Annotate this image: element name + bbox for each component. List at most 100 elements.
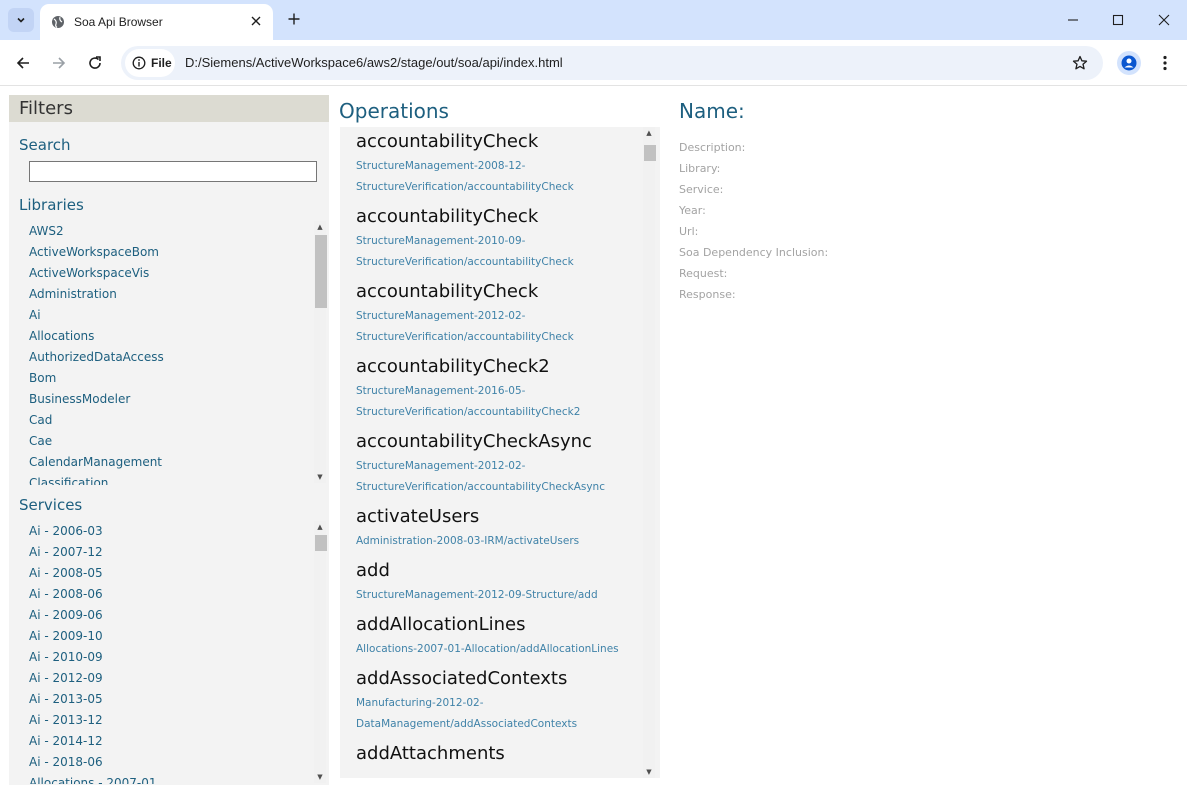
operation-name[interactable]: accountabilityCheckAsync: [356, 427, 641, 456]
operation-path[interactable]: StructureVerification/accountabilityChec…: [356, 252, 641, 273]
details-panel: Description: Library: Service: Year: Url: Soa…: [679, 137, 828, 305]
browser-menu-button[interactable]: [1155, 51, 1175, 75]
library-item[interactable]: ActiveWorkspaceBom: [29, 242, 327, 263]
scroll-up-arrow-icon[interactable]: ▲: [314, 521, 326, 533]
operation-path[interactable]: StructureManagement-2012-02-: [356, 456, 641, 477]
operation-path[interactable]: StructureManagement-2012-09-Structure/ad…: [356, 585, 641, 606]
library-item[interactable]: Administration: [29, 284, 327, 305]
service-item[interactable]: Ai - 2018-06: [29, 752, 327, 773]
operation-path[interactable]: StructureManagement-2008-12-: [356, 156, 641, 177]
operation-path[interactable]: StructureVerification/accountabilityChec…: [356, 402, 641, 423]
tab-search-button[interactable]: [8, 8, 34, 32]
operations-title: Operations: [339, 99, 449, 123]
minimize-button[interactable]: [1061, 8, 1085, 32]
bookmark-button[interactable]: [1071, 54, 1089, 72]
service-item[interactable]: Ai - 2008-05: [29, 563, 327, 584]
operation-path[interactable]: StructureManagement-2016-05-: [356, 381, 641, 402]
back-button[interactable]: [11, 51, 35, 75]
operation-path[interactable]: StructureVerification/accountabilityChec…: [356, 477, 641, 498]
library-item[interactable]: Allocations: [29, 326, 327, 347]
libraries-list[interactable]: AWS2 ActiveWorkspaceBom ActiveWorkspaceVis…: [29, 221, 327, 485]
operation-name[interactable]: accountabilityCheck: [356, 127, 641, 156]
detail-label: Library:: [679, 162, 721, 175]
url-text[interactable]: D:/Siemens/ActiveWorkspace6/aws2/stage/o…: [185, 55, 563, 70]
profile-button[interactable]: [1117, 51, 1141, 75]
library-item[interactable]: BusinessModeler: [29, 389, 327, 410]
operation-item[interactable]: add StructureManagement-2012-09-Structure…: [356, 556, 641, 606]
service-item[interactable]: Ai - 2012-09: [29, 668, 327, 689]
scroll-up-arrow-icon[interactable]: ▲: [314, 221, 326, 233]
operation-item[interactable]: accountabilityCheck StructureManagement-2…: [356, 127, 641, 198]
scrollbar-thumb[interactable]: [644, 145, 656, 161]
service-item[interactable]: Ai - 2013-05: [29, 689, 327, 710]
browser-tab[interactable]: Soa Api Browser: [40, 4, 273, 40]
operation-item[interactable]: accountabilityCheck2 StructureManagement-…: [356, 352, 641, 423]
new-tab-button[interactable]: [284, 9, 304, 29]
operation-path[interactable]: StructureManagement-2012-02-: [356, 306, 641, 327]
service-item[interactable]: Allocations - 2007-01: [29, 773, 327, 784]
site-info-button[interactable]: File: [125, 49, 175, 77]
operation-path[interactable]: StructureVerification/accountabilityChec…: [356, 177, 641, 198]
operation-item[interactable]: addAssociatedContexts Manufacturing-2012-…: [356, 664, 641, 735]
service-item[interactable]: Ai - 2009-10: [29, 626, 327, 647]
services-list[interactable]: Ai - 2006-03 Ai - 2007-12 Ai - 2008-05 Ai -…: [29, 521, 327, 784]
operation-item[interactable]: accountabilityCheck StructureManagement-2…: [356, 202, 641, 273]
library-item[interactable]: Classification: [29, 473, 327, 485]
operation-name[interactable]: addAttachments: [356, 739, 641, 768]
operation-item[interactable]: accountabilityCheckAsync StructureManagem…: [356, 427, 641, 498]
library-item[interactable]: Bom: [29, 368, 327, 389]
scroll-down-arrow-icon[interactable]: ▼: [314, 771, 326, 783]
scroll-down-arrow-icon[interactable]: ▼: [643, 766, 655, 778]
library-item[interactable]: CalendarManagement: [29, 452, 327, 473]
operation-path[interactable]: StructureManagement-2010-09-: [356, 231, 641, 252]
operation-item[interactable]: accountabilityCheck StructureManagement-2…: [356, 277, 641, 348]
detail-label: Description:: [679, 141, 746, 154]
operation-path[interactable]: StructureVerification/accountabilityChec…: [356, 327, 641, 348]
scrollbar-thumb[interactable]: [315, 235, 327, 308]
scroll-up-arrow-icon[interactable]: ▲: [643, 127, 655, 139]
info-icon: [132, 56, 146, 70]
operation-name[interactable]: accountabilityCheck: [356, 202, 641, 231]
library-item[interactable]: AuthorizedDataAccess: [29, 347, 327, 368]
operation-item[interactable]: addAttachments: [356, 739, 641, 768]
file-label: File: [151, 56, 172, 70]
operation-name[interactable]: addAllocationLines: [356, 610, 641, 639]
operation-path[interactable]: Allocations-2007-01-Allocation/addAlloca…: [356, 639, 641, 660]
operation-name[interactable]: accountabilityCheck: [356, 277, 641, 306]
service-item[interactable]: Ai - 2014-12: [29, 731, 327, 752]
library-item[interactable]: Cad: [29, 410, 327, 431]
operation-item[interactable]: activateUsers Administration-2008-03-IRM/…: [356, 502, 641, 552]
service-item[interactable]: Ai - 2006-03: [29, 521, 327, 542]
close-window-button[interactable]: [1152, 8, 1176, 32]
service-item[interactable]: Ai - 2009-06: [29, 605, 327, 626]
close-tab-button[interactable]: [247, 12, 265, 30]
operation-name[interactable]: accountabilityCheck2: [356, 352, 641, 381]
address-bar[interactable]: File D:/Siemens/ActiveWorkspace6/aws2/st…: [121, 46, 1103, 80]
scroll-down-arrow-icon[interactable]: ▼: [314, 471, 326, 483]
forward-button[interactable]: [47, 51, 71, 75]
operation-name[interactable]: activateUsers: [356, 502, 641, 531]
service-item[interactable]: Ai - 2010-09: [29, 647, 327, 668]
search-input[interactable]: [29, 161, 317, 182]
library-item[interactable]: ActiveWorkspaceVis: [29, 263, 327, 284]
operation-path[interactable]: DataManagement/addAssociatedContexts: [356, 714, 641, 735]
service-item[interactable]: Ai - 2007-12: [29, 542, 327, 563]
library-item[interactable]: AWS2: [29, 221, 327, 242]
maximize-button[interactable]: [1106, 8, 1130, 32]
plus-icon: [288, 13, 300, 25]
service-item[interactable]: Ai - 2008-06: [29, 584, 327, 605]
operation-path[interactable]: Manufacturing-2012-02-: [356, 693, 641, 714]
scrollbar-thumb[interactable]: [315, 535, 327, 551]
operations-scrollbar[interactable]: ▲ ▼: [643, 127, 656, 778]
operation-path[interactable]: Administration-2008-03-IRM/activateUsers: [356, 531, 641, 552]
operation-name[interactable]: add: [356, 556, 641, 585]
library-item[interactable]: Cae: [29, 431, 327, 452]
operation-name[interactable]: addAssociatedContexts: [356, 664, 641, 693]
detail-label: Request:: [679, 267, 728, 280]
libraries-scrollbar[interactable]: ▲ ▼: [314, 221, 327, 483]
reload-button[interactable]: [83, 51, 107, 75]
service-item[interactable]: Ai - 2013-12: [29, 710, 327, 731]
services-scrollbar[interactable]: ▲ ▼: [314, 521, 327, 783]
library-item[interactable]: Ai: [29, 305, 327, 326]
operation-item[interactable]: addAllocationLines Allocations-2007-01-Al…: [356, 610, 641, 660]
